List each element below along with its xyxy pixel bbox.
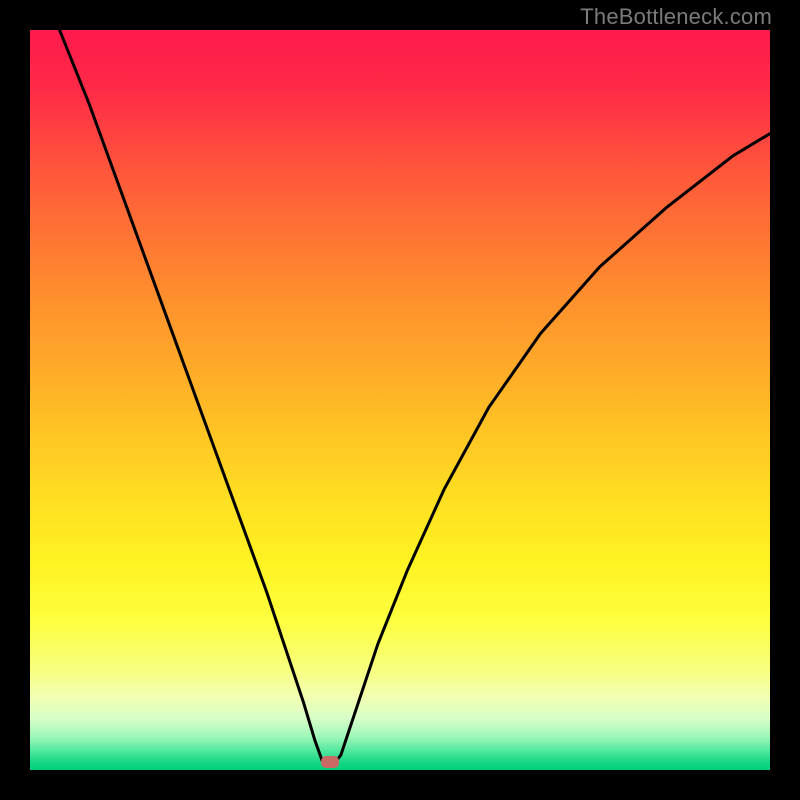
chart-frame: TheBottleneck.com <box>0 0 800 800</box>
plot-area <box>30 30 770 770</box>
attribution-text: TheBottleneck.com <box>580 4 772 30</box>
minimum-marker <box>321 756 339 768</box>
bottleneck-curve <box>30 30 770 770</box>
